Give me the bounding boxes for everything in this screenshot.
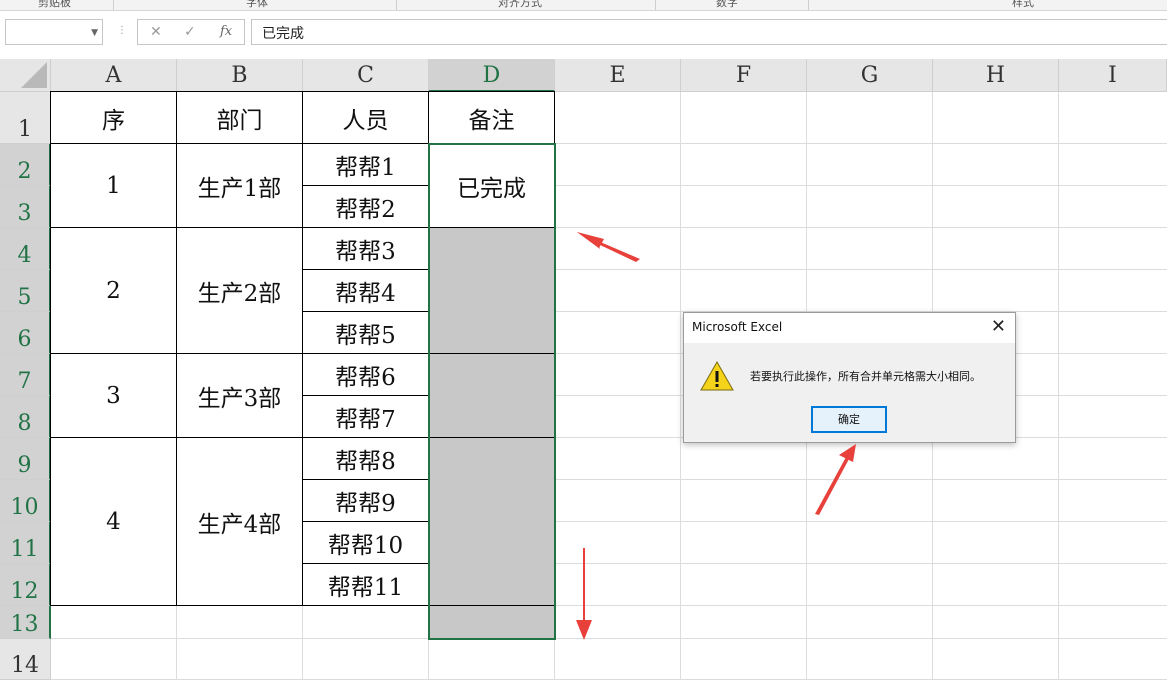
row-header-5[interactable]: 5	[0, 270, 51, 312]
row-number: 1	[18, 117, 32, 142]
row-header-3[interactable]: 3	[0, 186, 51, 228]
column-header-f[interactable]: F	[681, 59, 807, 92]
row-header-8[interactable]: 8	[0, 396, 51, 438]
merged-cell-border	[429, 605, 555, 606]
column-header-d[interactable]: D	[429, 59, 555, 92]
excel-window: 剪贴板 字体 对齐方式 数字 样式 ▼ ⋮ ✕ ✓ fx 已完成 ABCDEFG…	[0, 0, 1167, 680]
dialog-title: Microsoft Excel	[692, 320, 783, 334]
row-header-13[interactable]: 13	[0, 606, 51, 639]
header-cell-dept[interactable]: 部门	[176, 91, 303, 144]
person-cell[interactable]: 帮帮1	[302, 143, 429, 186]
column-header-e[interactable]: E	[555, 59, 681, 92]
select-all-corner[interactable]	[0, 59, 51, 92]
seq-merged-cell[interactable]: 4	[50, 437, 177, 606]
dept-merged-cell[interactable]: 生产3部	[176, 353, 303, 438]
row-number: 5	[17, 285, 32, 310]
column-header-h[interactable]: H	[933, 59, 1059, 92]
row-header-2[interactable]: 2	[0, 144, 51, 186]
seq-merged-cell[interactable]: 3	[50, 353, 177, 438]
seq-merged-cell[interactable]: 1	[50, 143, 177, 228]
row-number: 14	[11, 653, 39, 678]
row-number: 9	[17, 453, 32, 478]
close-icon[interactable]: ✕	[991, 316, 1006, 337]
row-number: 12	[10, 579, 39, 604]
ok-button[interactable]: 确定	[811, 406, 887, 433]
gridline-vertical	[1058, 92, 1059, 680]
select-all-triangle-icon	[21, 62, 47, 88]
row-number: 10	[10, 495, 39, 520]
row-number: 11	[10, 537, 39, 562]
selected-range-fill[interactable]	[429, 228, 555, 639]
merged-cell-border	[429, 227, 555, 228]
dept-merged-cell[interactable]: 生产1部	[176, 143, 303, 228]
row-number: 4	[17, 243, 32, 268]
row-header-14[interactable]: 14	[0, 639, 51, 680]
person-cell[interactable]: 帮帮8	[302, 437, 429, 480]
warning-icon	[700, 360, 734, 391]
row-number: 6	[17, 327, 32, 352]
dialog-titlebar: Microsoft Excel ✕	[684, 313, 1015, 343]
person-cell[interactable]: 帮帮10	[302, 521, 429, 564]
person-cell[interactable]: 帮帮3	[302, 227, 429, 270]
dept-merged-cell[interactable]: 生产2部	[176, 227, 303, 354]
person-cell[interactable]: 帮帮6	[302, 353, 429, 396]
seq-merged-cell[interactable]: 2	[50, 227, 177, 354]
error-dialog: Microsoft Excel ✕ 若要执行此操作，所有合并单元格需大小相同。 …	[683, 312, 1016, 443]
row-header-10[interactable]: 10	[0, 480, 51, 522]
row-number: 7	[17, 369, 32, 394]
row-header-7[interactable]: 7	[0, 354, 51, 396]
column-header-a[interactable]: A	[51, 59, 177, 92]
row-number: 13	[10, 612, 39, 637]
header-cell-seq[interactable]: 序	[50, 91, 177, 144]
header-cell-remark[interactable]: 备注	[428, 91, 555, 144]
person-cell[interactable]: 帮帮7	[302, 395, 429, 438]
person-cell[interactable]: 帮帮2	[302, 185, 429, 228]
person-cell[interactable]: 帮帮9	[302, 479, 429, 522]
column-header-g[interactable]: G	[807, 59, 933, 92]
merged-cell-border	[429, 353, 555, 354]
row-number: 2	[17, 159, 32, 184]
person-cell[interactable]: 帮帮11	[302, 563, 429, 606]
gridline-horizontal	[51, 638, 1167, 639]
column-header-i[interactable]: I	[1059, 59, 1167, 92]
row-header-12[interactable]: 12	[0, 564, 51, 606]
row-number: 8	[17, 411, 32, 436]
header-cell-person[interactable]: 人员	[302, 91, 429, 144]
gridline-vertical	[680, 92, 681, 680]
row-header-1[interactable]: 1	[0, 92, 51, 144]
column-header-b[interactable]: B	[177, 59, 303, 92]
person-cell[interactable]: 帮帮5	[302, 311, 429, 354]
merged-cell-border	[429, 437, 555, 438]
dialog-message: 若要执行此操作，所有合并单元格需大小相同。	[750, 370, 981, 383]
row-header-6[interactable]: 6	[0, 312, 51, 354]
row-header-4[interactable]: 4	[0, 228, 51, 270]
row-header-11[interactable]: 11	[0, 522, 51, 564]
person-cell[interactable]: 帮帮4	[302, 269, 429, 312]
row-number: 3	[17, 201, 32, 226]
row-header-9[interactable]: 9	[0, 438, 51, 480]
dept-merged-cell[interactable]: 生产4部	[176, 437, 303, 606]
column-header-c[interactable]: C	[303, 59, 429, 92]
remark-merged-cell[interactable]: 已完成	[428, 143, 555, 228]
